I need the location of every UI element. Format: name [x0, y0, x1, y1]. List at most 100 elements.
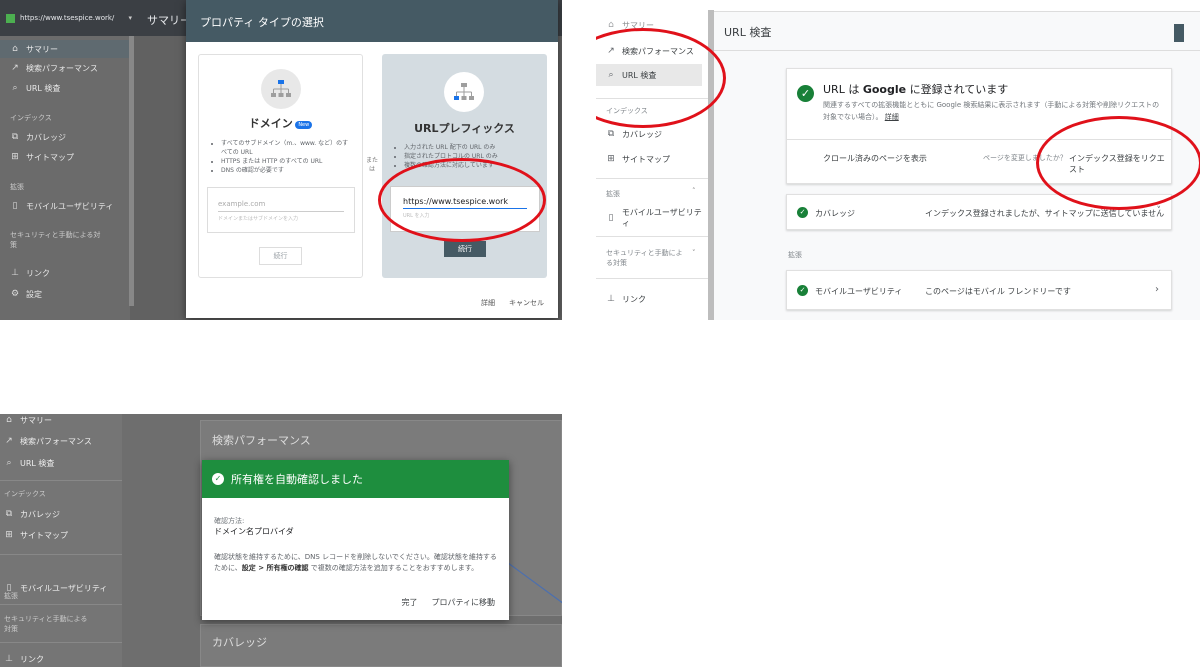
section-index: インデックス: [606, 107, 648, 115]
domain-continue-button[interactable]: 続行: [259, 247, 302, 265]
bullet: 入力された URL 配下の URL のみ: [404, 143, 536, 152]
property-selector[interactable]: https://www.tsespice.work/ ▾: [6, 9, 132, 27]
sidebar-item-summary[interactable]: ⌂ サマリー: [0, 414, 122, 426]
sidebar-item-coverage[interactable]: ⧉ カバレッジ: [596, 125, 708, 143]
status-title-google: Google: [862, 83, 907, 96]
index-status-card: ✓ URL は Google に登録されています 関連するすべての拡張機能ととも…: [786, 68, 1172, 184]
phone-icon: ▯: [12, 201, 18, 211]
bg-performance-title: 検索パフォーマンス: [212, 434, 311, 447]
view-crawled-page-link[interactable]: クロール済みのページを表示: [823, 153, 927, 164]
sitemap-icon: ⊞: [11, 152, 19, 162]
sidebar-item-summary[interactable]: ⌂ サマリー: [596, 18, 708, 32]
section-index: インデックス: [10, 114, 52, 122]
top-strip: [714, 0, 1200, 12]
chevron-right-icon: ˅: [1156, 206, 1162, 216]
domain-title: ドメイン: [248, 117, 293, 130]
verified-dialog: ✓ 所有権を自動確認しました 確認方法: ドメイン名プロバイダ 確認状態を維持す…: [202, 460, 509, 620]
sidebar-item-settings[interactable]: ⚙ 設定: [0, 285, 130, 303]
sitemap-icon: ⊞: [5, 530, 13, 540]
trend-icon: ↗: [11, 63, 19, 73]
domain-input-hint: ドメインまたはサブドメインを入力: [218, 216, 299, 222]
new-badge: New: [295, 120, 313, 129]
sidebar-item-mobile[interactable]: ▯ モバイルユーザビリティ: [0, 197, 130, 215]
screenshot-ownership-verified: ⌂ サマリー ↗ 検索パフォーマンス ⌕ URL 検査 インデックス ⧉ カバレッジ ⊞…: [0, 414, 562, 667]
sidebar-item-coverage[interactable]: ⧉ カバレッジ: [0, 128, 130, 146]
sidebar-item-label: URL 検査: [26, 83, 61, 93]
section-index: インデックス: [4, 490, 46, 498]
cancel-button[interactable]: キャンセル: [509, 298, 544, 308]
gear-icon: ⚙: [10, 289, 20, 299]
sidebar-item-url-inspection[interactable]: ⌕ URL 検査: [0, 79, 130, 97]
prefix-title: URLプレフィックス: [414, 122, 515, 135]
body-text: で複数の確認方法を追加することをおすすめします。: [308, 564, 479, 572]
request-indexing-button[interactable]: インデックス登録をリクエスト: [1069, 153, 1171, 175]
sidebar-item-coverage[interactable]: ⧉ カバレッジ: [0, 505, 122, 523]
bullet: 複数の確認方法に対応しています: [404, 161, 536, 170]
section-security: セキュリティと手動による対策: [4, 615, 88, 633]
go-to-property-button[interactable]: プロパティに移動: [431, 597, 495, 608]
sidebar-item-mobile[interactable]: ▯ モバイルユーザビリティ: [596, 208, 708, 228]
check-circle-icon: ✓: [797, 207, 808, 218]
sidebar-item-performance[interactable]: ↗ 検索パフォーマンス: [0, 59, 130, 77]
url-prefix-input[interactable]: https://www.tsespice.work URL を入力: [390, 186, 540, 232]
sidebar-item-mobile[interactable]: ▯ モバイルユーザビリティ: [0, 579, 122, 597]
sidebar-item-performance[interactable]: ↗ 検索パフォーマンス: [596, 42, 708, 60]
sidebar-item-label: 検索パフォーマンス: [622, 46, 694, 56]
learn-more-link[interactable]: 詳細: [885, 113, 899, 121]
links-icon: ⊥: [11, 268, 19, 278]
links-icon: ⊥: [5, 654, 13, 664]
scrollbar[interactable]: [129, 36, 134, 306]
sidebar-item-links[interactable]: ⊥ リンク: [0, 264, 130, 282]
copy-icon: ⧉: [11, 132, 19, 142]
chevron-right-icon: ›: [1155, 284, 1159, 295]
status-title-part: に登録されています: [906, 83, 1009, 96]
sidebar-item-label: サイトマップ: [26, 152, 74, 162]
sidebar-item-url-inspection[interactable]: ⌕ URL 検査: [0, 454, 122, 472]
home-icon: ⌂: [12, 44, 18, 54]
done-button[interactable]: 完了: [401, 597, 417, 608]
header-action-chip[interactable]: [1174, 24, 1184, 42]
section-extensions: 拡張: [606, 190, 620, 198]
mobile-usability-label: モバイルユーザビリティ: [815, 287, 903, 296]
sidebar-item-links[interactable]: ⊥ リンク: [0, 650, 122, 667]
check-circle-icon: ✓: [797, 285, 808, 296]
sidebar: ⌂ サマリー ↗ 検索パフォーマンス ⌕ URL 検査 インデックス ⧉ カバレッジ ⊞…: [0, 36, 130, 320]
verified-body: 確認状態を維持するために、DNS レコードを削除しないでください。確認状態を維持…: [214, 552, 500, 574]
sidebar-item-label: カバレッジ: [20, 509, 60, 519]
sidebar-item-summary[interactable]: ⌂ サマリー: [0, 40, 130, 58]
sidebar-item-label: モバイルユーザビリティ: [20, 583, 108, 593]
sidebar-item-sitemap[interactable]: ⊞ サイトマップ: [596, 150, 708, 168]
sidebar-item-label: 検索パフォーマンス: [26, 63, 98, 73]
screenshot-property-type: https://www.tsespice.work/ ▾ サマリー ⌂ サマリー …: [0, 0, 562, 320]
mobile-usability-row[interactable]: ✓ モバイルユーザビリティ このページはモバイル フレンドリーです ›: [786, 270, 1172, 310]
status-title: URL は Google に登録されています: [823, 81, 1008, 97]
details-button[interactable]: 詳細: [481, 298, 495, 308]
sidebar-item-label: カバレッジ: [622, 129, 662, 139]
coverage-label: カバレッジ: [815, 209, 855, 218]
sidebar-item-label: リンク: [20, 654, 44, 664]
mobile-usability-value: このページはモバイル フレンドリーです: [925, 287, 1071, 296]
domain-input-placeholder: example.com: [218, 200, 344, 212]
sidebar-item-url-inspection[interactable]: ⌕ URL 検査: [596, 64, 702, 86]
check-circle-icon: ✓: [212, 473, 224, 485]
dialog-footer: 詳細 キャンセル: [481, 298, 544, 308]
url-prefix-card[interactable]: URLプレフィックス 入力された URL 配下の URL のみ 指定されたプロト…: [382, 54, 547, 278]
page-title: URL 検査: [724, 26, 772, 39]
coverage-row[interactable]: ✓ カバレッジ インデックス登録されましたが、サイトマップに送信していません ˅: [786, 194, 1172, 230]
domain-card[interactable]: ドメイン New すべてのサブドメイン（m.、www. など）のすべての URL…: [198, 54, 363, 278]
domain-input[interactable]: example.com ドメインまたはサブドメインを入力: [207, 187, 355, 233]
prefix-continue-button[interactable]: 続行: [444, 241, 486, 257]
sidebar-item-links[interactable]: ⊥ リンク: [596, 290, 708, 308]
sidebar-item-label: サマリー: [622, 20, 654, 30]
sidebar-item-label: リンク: [622, 294, 646, 304]
dialog-title: プロパティ タイプの選択: [200, 16, 324, 29]
sidebar-item-performance[interactable]: ↗ 検索パフォーマンス: [0, 432, 122, 450]
sidebar-item-label: URL 検査: [20, 458, 55, 468]
sidebar-item-sitemap[interactable]: ⊞ サイトマップ: [0, 148, 130, 166]
status-desc: 関連するすべての拡張機能とともに Google 検索結果に表示されます（手動によ…: [823, 99, 1163, 123]
sidebar-item-sitemap[interactable]: ⊞ サイトマップ: [0, 526, 122, 544]
search-icon: ⌕: [608, 70, 614, 80]
status-title-part: URL は: [823, 83, 863, 96]
section-security: セキュリティと手動による対策: [606, 249, 683, 267]
sidebar: ⌂ サマリー ↗ 検索パフォーマンス ⌕ URL 検査 インデックス ⧉ カバレッジ ⊞…: [596, 0, 708, 320]
